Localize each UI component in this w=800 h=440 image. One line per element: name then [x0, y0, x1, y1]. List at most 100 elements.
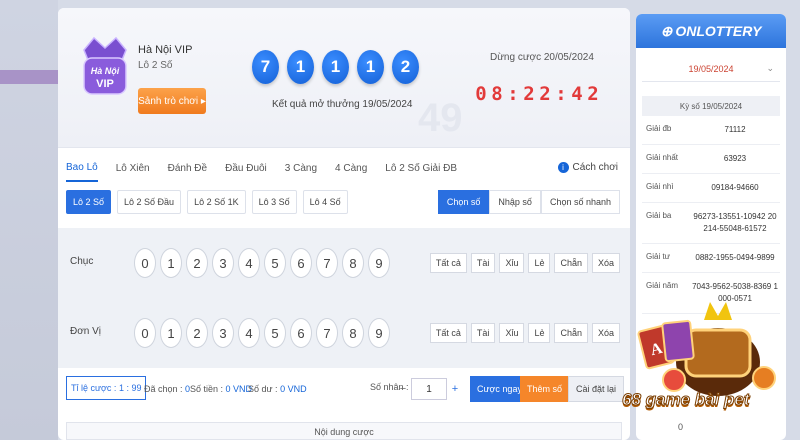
quick-pick-button[interactable]: Tất cả — [429, 253, 467, 273]
prize-name: Giải ba — [646, 211, 672, 220]
subtab-5[interactable]: Lô 4 Số — [302, 190, 348, 214]
date-value: 19/05/2024 — [688, 63, 734, 74]
digit-ball[interactable]: 2 — [186, 318, 208, 348]
digit-ball[interactable]: 7 — [316, 248, 338, 278]
add-number-button[interactable]: Thêm số — [520, 376, 570, 402]
sub-tabs: Lô 2 Số Lô 2 Số Đầu Lô 2 Số 1K Lô 3 Số Lô 4 … — [66, 190, 348, 214]
subtab-3[interactable]: Lô 2 Số 1K — [187, 190, 246, 214]
bet-footer: Tỉ lệ cược : 1 : 99 Đã chọn : 0 Số tiền … — [58, 370, 630, 410]
quick-pick-button[interactable]: Tài — [470, 253, 496, 273]
digit-ball[interactable]: 8 — [342, 248, 364, 278]
result-ball: 1 — [357, 50, 384, 84]
row-label: Chục — [70, 256, 94, 267]
mode-tab-3[interactable]: Chọn số nhanh — [540, 190, 620, 214]
money-label: Số tiền : — [190, 384, 224, 394]
digit-ball[interactable]: 3 — [212, 318, 234, 348]
lobby-button[interactable]: Sảnh trò chơi ▸ — [138, 88, 206, 114]
multiplier-stepper: − 1 + — [395, 378, 463, 400]
chevron-down-icon: ⌄ — [766, 63, 774, 73]
digit-ball[interactable]: 6 — [290, 248, 312, 278]
digit-ball[interactable]: 0 — [134, 248, 156, 278]
tab-7[interactable]: Lô 2 Số Giải ĐB — [385, 154, 457, 182]
countdown-digit: 2 — [523, 83, 535, 105]
countdown-timer: 08:22:42 — [474, 82, 600, 106]
digit-ball[interactable]: 9 — [368, 318, 390, 348]
increase-button[interactable]: + — [447, 378, 463, 400]
tab-6[interactable]: 4 Càng — [335, 154, 367, 182]
bet-content-label: Nội dung cược — [314, 427, 374, 437]
tab-3[interactable]: Đánh Đề — [168, 154, 207, 182]
digit-ball[interactable]: 6 — [290, 318, 312, 348]
digit-ball[interactable]: 3 — [212, 248, 234, 278]
countdown-digit: 4 — [571, 83, 583, 105]
date-select[interactable]: 19/05/2024 ⌄ — [642, 56, 780, 82]
countdown-digit: : — [555, 83, 567, 105]
quick-pick-button[interactable]: Xóa — [591, 253, 620, 273]
digit-ball[interactable]: 1 — [160, 318, 182, 348]
digit-ball[interactable]: 8 — [342, 318, 364, 348]
tab-4[interactable]: Đầu Đuôi — [225, 154, 267, 182]
tab-2[interactable]: Lô Xiên — [116, 154, 150, 182]
countdown-digit: 8 — [491, 83, 503, 105]
prize-value: 09184-94660 — [711, 183, 759, 192]
quick-pick-button[interactable]: Tất cả — [429, 323, 467, 343]
svg-text:Hà Nội: Hà Nội — [91, 66, 120, 76]
bet-deadline-label: Dừng cược 20/05/2024 — [490, 52, 594, 63]
quick-pick-button[interactable]: Chẵn — [554, 253, 588, 273]
countdown-digit: 2 — [539, 83, 551, 105]
how-to-play-link[interactable]: i Cách chơi — [557, 162, 618, 173]
result-caption: Kết quả mở thưởng 19/05/2024 — [272, 99, 413, 110]
multiplier-input[interactable]: 1 — [411, 378, 447, 400]
quick-pick-button[interactable]: Lẻ — [528, 323, 551, 343]
digit-ball[interactable]: 4 — [238, 318, 260, 348]
prize-value: 63923 — [723, 154, 747, 163]
result-ball: 1 — [322, 50, 349, 84]
balance-label: Số dư : — [248, 384, 278, 394]
how-to-play-label: Cách chơi — [572, 162, 618, 173]
balance: Số dư : 0 VND — [248, 384, 307, 394]
row-label: Đơn Vị — [70, 326, 102, 337]
left-accent-bar — [0, 70, 58, 84]
digit-ball[interactable]: 5 — [264, 248, 286, 278]
digit-ball[interactable]: 9 — [368, 248, 390, 278]
game-subtitle: Lô 2 Số — [138, 60, 173, 71]
quick-pick-button[interactable]: Xỉu — [499, 253, 525, 273]
digit-ball[interactable]: 4 — [238, 248, 260, 278]
promo-text: 68 game bài pet — [622, 390, 751, 410]
tens-quick-picks: Tất cả Tài Xỉu Lẻ Chẵn Xóa — [429, 253, 620, 273]
digit-ball[interactable]: 2 — [186, 248, 208, 278]
decrease-button[interactable]: − — [395, 378, 411, 400]
digit-ball[interactable]: 0 — [134, 318, 156, 348]
quick-pick-button[interactable]: Chẵn — [554, 323, 588, 343]
casino-chest-icon: A — [637, 302, 776, 396]
prize-value: 0882-1955-0494-9899 — [695, 253, 775, 262]
game-title: Hà Nội VIP — [138, 44, 193, 56]
selected-count: Đã chọn : 0 — [144, 384, 190, 394]
odds-ratio: Tỉ lệ cược : 1 : 99 — [66, 376, 147, 400]
prize-name: Giải nhất — [646, 153, 679, 162]
subtab-4[interactable]: Lô 3 Số — [251, 190, 297, 214]
tab-1[interactable]: Bao Lô — [66, 154, 98, 182]
promo-badge: A 68 game bài pet — [614, 292, 800, 440]
digit-ball[interactable]: 5 — [264, 318, 286, 348]
quick-pick-button[interactable]: Lẻ — [528, 253, 551, 273]
units-row: Đơn Vị 0123456789 Tất cả Tài Xỉu Lẻ Chẵn Xóa — [58, 298, 630, 368]
prize-name: Giải nhì — [646, 182, 674, 191]
digit-ball[interactable]: 1 — [160, 248, 182, 278]
countdown-digit: 2 — [587, 83, 599, 105]
mode-tab-1[interactable]: Chọn số — [437, 190, 490, 214]
quick-pick-button[interactable]: Tài — [470, 323, 496, 343]
mode-tab-2[interactable]: Nhập số — [489, 190, 541, 214]
background-decoration: 49 — [418, 96, 463, 140]
subtab-2[interactable]: Lô 2 Số Đầu — [117, 190, 182, 214]
digit-ball[interactable]: 7 — [316, 318, 338, 348]
subtab-1[interactable]: Lô 2 Số — [66, 190, 112, 214]
odds-label: Tỉ lệ cược : — [71, 383, 117, 393]
prize-name: Giải đb — [646, 124, 672, 133]
tab-5[interactable]: 3 Càng — [285, 154, 317, 182]
quick-pick-button[interactable]: Xỉu — [499, 323, 525, 343]
tens-digit-picker: 0123456789 — [134, 248, 390, 278]
svg-text:VIP: VIP — [96, 78, 114, 90]
brand-text: ONLOTTERY — [675, 23, 762, 39]
result-balls: 71112 — [252, 50, 419, 84]
